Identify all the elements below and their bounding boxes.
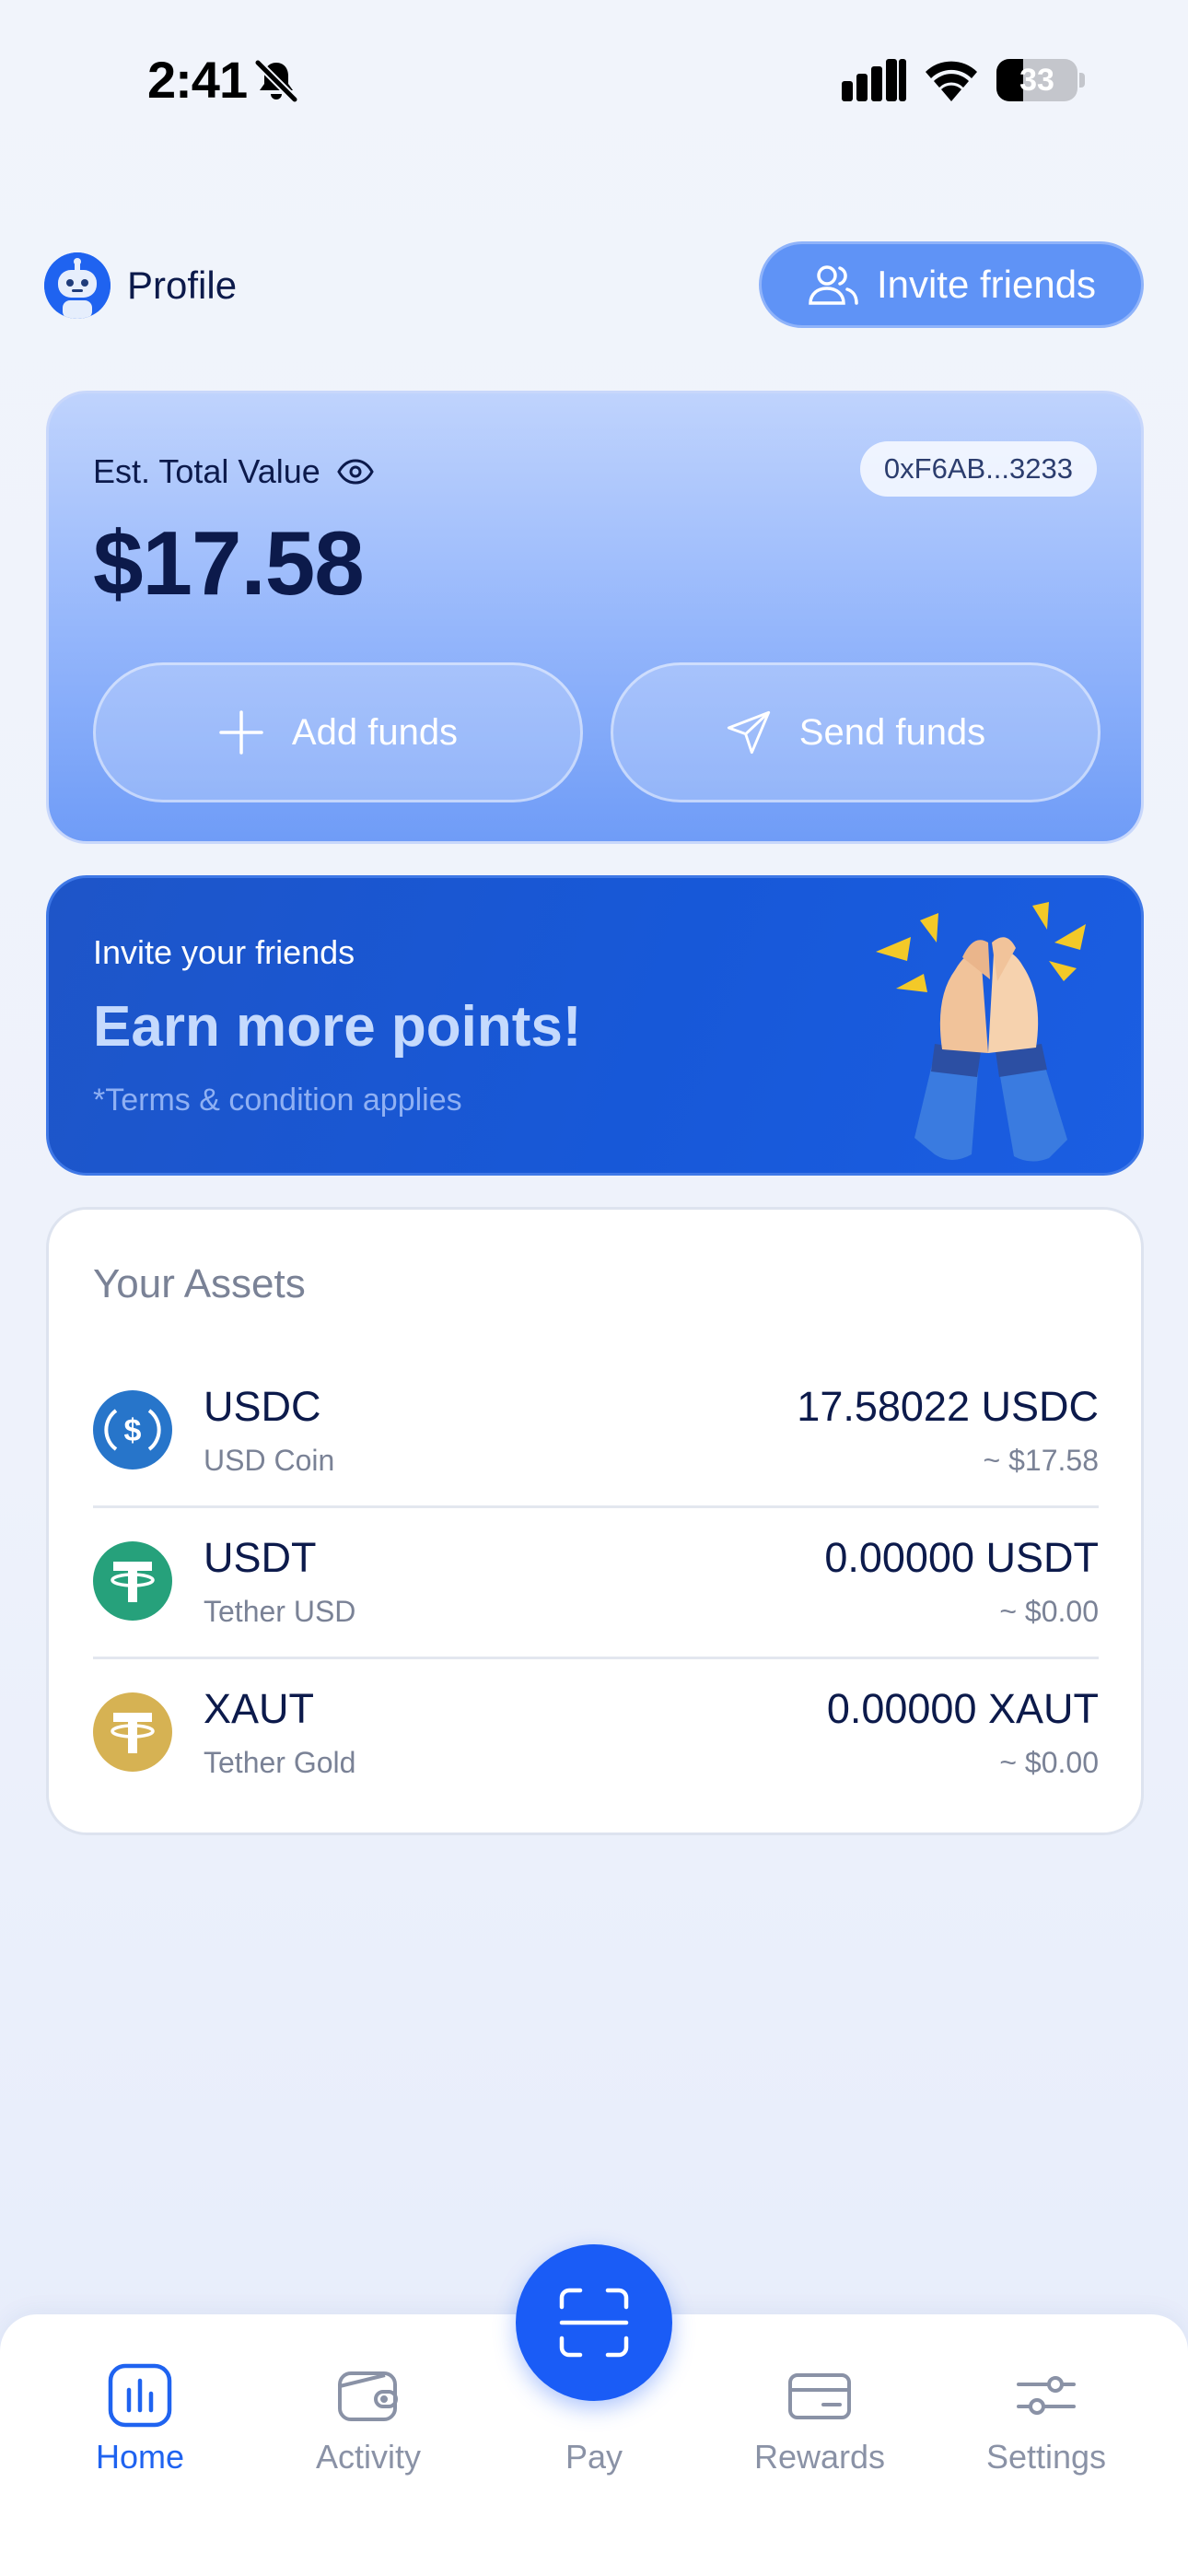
asset-fiat-value: ~ $0.00 xyxy=(999,1746,1099,1779)
status-bar: 2:41 33 xyxy=(0,0,1188,157)
promo-terms: *Terms & condition applies xyxy=(93,1083,462,1118)
status-time: 2:41 xyxy=(147,51,248,109)
card-icon xyxy=(788,2373,851,2419)
asset-amount: 0.00000 USDT xyxy=(824,1534,1099,1581)
total-value: $17.58 xyxy=(93,512,365,614)
asset-fiat-value: ~ $0.00 xyxy=(999,1595,1099,1628)
tab-settings[interactable]: Settings xyxy=(954,2336,1138,2484)
tab-settings-label: Settings xyxy=(985,2438,1107,2476)
add-funds-button[interactable]: Add funds xyxy=(93,662,583,802)
tab-home[interactable]: Home xyxy=(48,2336,232,2484)
plus-icon xyxy=(219,710,263,755)
promo-kicker: Invite your friends xyxy=(93,933,355,971)
add-funds-label: Add funds xyxy=(291,711,459,753)
avatar xyxy=(44,252,111,319)
wifi-icon xyxy=(926,61,977,101)
wallet-address-chip[interactable]: 0xF6AB...3233 xyxy=(859,441,1097,497)
pay-scan-button[interactable] xyxy=(516,2244,672,2401)
invite-friends-label: Invite friends xyxy=(876,263,1097,306)
asset-amount: 0.00000 XAUT xyxy=(826,1685,1099,1732)
svg-text:$: $ xyxy=(124,1413,142,1448)
eye-icon[interactable] xyxy=(337,458,374,486)
battery-icon: 33 xyxy=(996,59,1085,101)
asset-amount: 17.58022 USDC xyxy=(797,1383,1099,1430)
scan-icon xyxy=(559,2288,629,2358)
chart-bars-icon xyxy=(108,2363,172,2428)
tab-activity-label: Activity xyxy=(315,2438,421,2476)
invite-promo-banner[interactable]: Invite your friends Earn more points! *T… xyxy=(46,875,1144,1176)
tether-coin-icon xyxy=(93,1541,172,1621)
asset-row-xaut[interactable]: XAUT Tether Gold 0.00000 XAUT ~ $0.00 xyxy=(93,1659,1099,1810)
tab-pay-label: Pay xyxy=(565,2438,623,2476)
sliders-icon xyxy=(1017,2376,1076,2415)
high-five-illustration xyxy=(876,902,1086,1162)
assets-card: Your Assets $ USDC USD Coin 17.58022 USD… xyxy=(46,1207,1144,1835)
assets-title: Your Assets xyxy=(93,1261,306,1306)
battery-level-text: 33 xyxy=(1019,63,1054,98)
asset-row-usdt[interactable]: USDT Tether USD 0.00000 USDT ~ $0.00 xyxy=(93,1508,1099,1659)
send-funds-button[interactable]: Send funds xyxy=(611,662,1101,802)
usdc-coin-icon: $ xyxy=(93,1390,172,1469)
cellular-signal-icon xyxy=(842,59,906,101)
asset-symbol: USDT xyxy=(204,1534,317,1581)
balance-card: Est. Total Value 0xF6AB...3233 $17.58 Ad… xyxy=(46,391,1144,844)
asset-row-usdc[interactable]: $ USDC USD Coin 17.58022 USDC ~ $17.58 xyxy=(93,1357,1099,1508)
asset-symbol: USDC xyxy=(204,1383,321,1430)
profile-button[interactable]: Profile xyxy=(44,252,237,319)
tab-rewards[interactable]: Rewards xyxy=(728,2336,912,2484)
total-value-label-text: Est. Total Value xyxy=(93,452,320,490)
wallet-icon xyxy=(338,2371,398,2421)
bell-off-icon xyxy=(254,59,298,103)
asset-name: Tether Gold xyxy=(204,1746,356,1779)
send-funds-label: Send funds xyxy=(798,711,986,753)
invite-friends-button[interactable]: Invite friends xyxy=(759,241,1144,328)
asset-fiat-value: ~ $17.58 xyxy=(983,1444,1099,1477)
asset-name: USD Coin xyxy=(204,1444,335,1477)
robot-avatar-icon xyxy=(44,252,111,319)
tether-gold-coin-icon xyxy=(93,1692,172,1772)
send-icon xyxy=(727,710,770,755)
users-icon xyxy=(809,265,858,305)
tab-rewards-label: Rewards xyxy=(753,2438,886,2476)
profile-label: Profile xyxy=(127,263,238,307)
tab-activity[interactable]: Activity xyxy=(276,2336,460,2484)
promo-title: Earn more points! xyxy=(93,995,582,1059)
asset-name: Tether USD xyxy=(204,1595,356,1628)
asset-symbol: XAUT xyxy=(204,1685,315,1732)
tab-home-label: Home xyxy=(95,2438,185,2476)
total-value-label: Est. Total Value xyxy=(93,452,374,491)
